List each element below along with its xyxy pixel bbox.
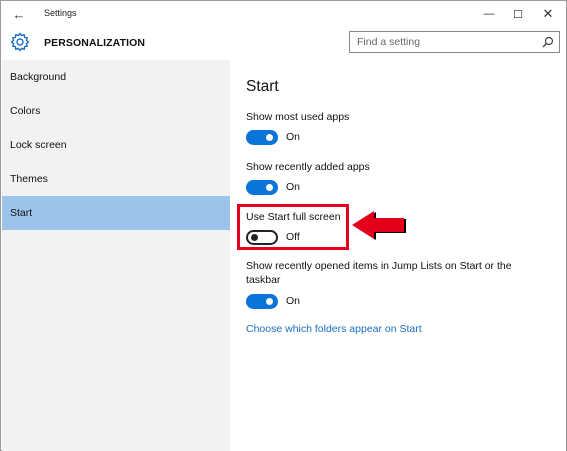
choose-folders-link[interactable]: Choose which folders appear on Start [246,323,422,335]
toggle-state-text: On [286,295,301,307]
toggle-knob [266,184,273,191]
sidebar-item-label: Background [10,71,67,83]
toggle-most-used-apps[interactable] [246,130,278,145]
setting-label-most-used-apps: Show most used apps [246,111,350,123]
sidebar-item-label: Start [10,207,33,219]
close-icon: ✕ [542,6,554,21]
back-button[interactable]: ← [8,4,30,24]
sidebar-item-label: Lock screen [10,139,67,151]
maximize-button[interactable]: ☐ [505,4,531,24]
setting-label-jump-lists-line2: taskbar [246,274,281,286]
sidebar-item-background[interactable]: Background [2,60,230,94]
sidebar-item-lock-screen[interactable]: Lock screen [2,128,230,162]
page-header: PERSONALIZATION [2,26,566,60]
setting-label-jump-lists: Show recently opened items in Jump Lists… [246,260,512,272]
search-box[interactable] [349,31,560,53]
toggle-state-text: On [286,131,301,143]
settings-content: Start Show most used apps On Show recent… [230,60,566,451]
back-arrow-icon: ← [12,6,26,22]
annotation-arrow-icon [352,211,406,240]
toggle-state-text: On [286,181,301,193]
toggle-knob [266,134,273,141]
window-title: Settings [44,8,77,18]
page-title: Start [246,78,279,95]
title-bar: ← Settings — ☐ ✕ [2,2,566,26]
sidebar-item-themes[interactable]: Themes [2,162,230,196]
close-button[interactable]: ✕ [535,4,561,24]
setting-label-recently-added-apps: Show recently added apps [246,161,370,173]
settings-window: ← Settings — ☐ ✕ PERSONALIZATION Find a … [0,0,567,451]
toggle-knob [266,298,273,305]
minimize-button[interactable]: — [476,4,502,24]
search-icon[interactable] [542,36,554,48]
annotation-highlight-box [237,204,349,250]
sidebar-item-label: Themes [10,173,48,185]
sidebar: Background Colors Lock screen Themes Sta… [2,60,230,451]
sidebar-item-start[interactable]: Start [2,196,230,230]
gear-icon [10,32,30,52]
minimize-icon: — [483,8,495,20]
search-input[interactable] [350,32,540,52]
sidebar-item-colors[interactable]: Colors [2,94,230,128]
section-title: PERSONALIZATION [44,37,146,49]
sidebar-item-label: Colors [10,105,41,117]
maximize-icon: ☐ [513,8,523,21]
toggle-recently-added-apps[interactable] [246,180,278,195]
toggle-jump-lists[interactable] [246,294,278,309]
